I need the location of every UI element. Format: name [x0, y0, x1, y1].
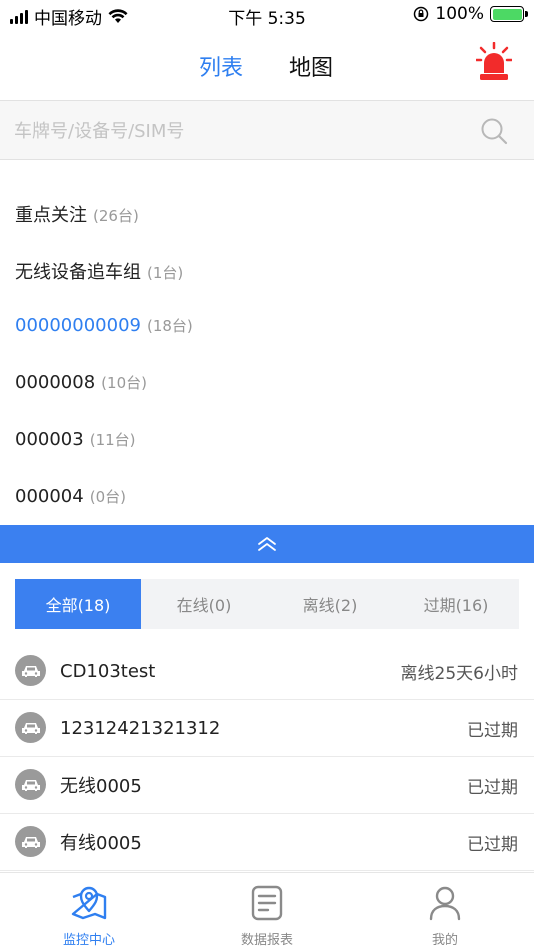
collapse-toggle-bar[interactable]: [0, 525, 534, 563]
nav-mine[interactable]: 我的: [356, 873, 534, 950]
group-count: (26台): [93, 207, 139, 225]
group-count: (11台): [89, 431, 136, 449]
filter-tab-online[interactable]: 在线(0): [141, 579, 267, 629]
vehicle-status: 离线25天6小时: [400, 663, 518, 684]
group-name: 000004: [15, 486, 84, 507]
vehicle-list: CD103test 离线25天6小时 12312421321312 已过期 无线…: [0, 643, 534, 871]
group-item-selected[interactable]: 00000000009 (18台): [15, 315, 193, 345]
battery-percent: 100%: [435, 4, 484, 24]
vehicle-plate: 无线0005: [60, 776, 142, 797]
vehicle-row[interactable]: 12312421321312 已过期: [0, 700, 534, 757]
tab-map[interactable]: 地图: [289, 50, 333, 82]
vehicle-plate: 有线0005: [60, 833, 142, 854]
nav-label: 监控中心: [62, 933, 115, 948]
nav-label: 我的: [431, 933, 458, 948]
group-name: 无线设备追车组: [15, 262, 141, 283]
vehicle-status: 已过期: [467, 720, 518, 741]
group-item[interactable]: 000003 (11台): [15, 429, 136, 459]
group-item[interactable]: 0000008 (10台): [15, 372, 147, 402]
double-chevron-up-icon: [258, 537, 276, 551]
user-icon: [429, 886, 461, 921]
filter-tab-expired[interactable]: 过期(16): [393, 579, 519, 629]
group-item[interactable]: 无线设备追车组 (1台): [15, 258, 183, 288]
vehicle-plate: 12312421321312: [60, 717, 221, 739]
status-right: 100%: [413, 4, 528, 24]
header: 列表 地图: [0, 30, 534, 98]
vehicle-status: 已过期: [467, 777, 518, 798]
vehicle-plate: CD103test: [60, 660, 156, 682]
group-count: (1台): [147, 264, 184, 282]
group-count: (18台): [146, 317, 193, 335]
orientation-lock-icon: [414, 6, 429, 22]
vehicle-row[interactable]: 无线0005 已过期: [0, 757, 534, 814]
car-icon: [15, 655, 46, 686]
filter-tab-all[interactable]: 全部(18): [15, 579, 141, 629]
car-icon: [15, 769, 46, 800]
nav-data-report[interactable]: 数据报表: [178, 873, 356, 950]
search-input[interactable]: [14, 113, 454, 149]
group-item[interactable]: 重点关注 (26台): [15, 201, 139, 231]
bottom-nav: 监控中心 数据报表 我的: [0, 872, 534, 950]
status-bar: 中国移动 下午 5:35 100%: [0, 0, 534, 30]
search-bar: [0, 100, 534, 160]
status-filter-tabs: 全部(18) 在线(0) 离线(2) 过期(16): [15, 579, 519, 629]
group-count: (10台): [101, 374, 147, 392]
alarm-light-icon[interactable]: [476, 42, 512, 82]
group-item[interactable]: 000004 (0台): [15, 486, 126, 516]
vehicle-status: 已过期: [467, 834, 518, 855]
nav-monitor-center[interactable]: 监控中心: [0, 873, 178, 950]
vehicle-row[interactable]: 有线0005 已过期: [0, 814, 534, 871]
group-name: 000003: [15, 429, 84, 450]
group-name: 0000008: [15, 372, 96, 393]
vehicle-row[interactable]: CD103test 离线25天6小时: [0, 643, 534, 700]
map-location-icon: [71, 886, 107, 920]
battery-icon: [490, 6, 528, 22]
group-name: 重点关注: [15, 205, 87, 226]
filter-tab-offline[interactable]: 离线(2): [267, 579, 393, 629]
car-icon: [15, 712, 46, 743]
search-icon[interactable]: [480, 117, 508, 145]
group-name: 00000000009: [15, 315, 141, 336]
group-count: (0台): [89, 488, 126, 506]
nav-label: 数据报表: [240, 933, 293, 948]
car-icon: [15, 826, 46, 857]
report-document-icon: [251, 885, 283, 921]
tab-list[interactable]: 列表: [199, 50, 243, 82]
